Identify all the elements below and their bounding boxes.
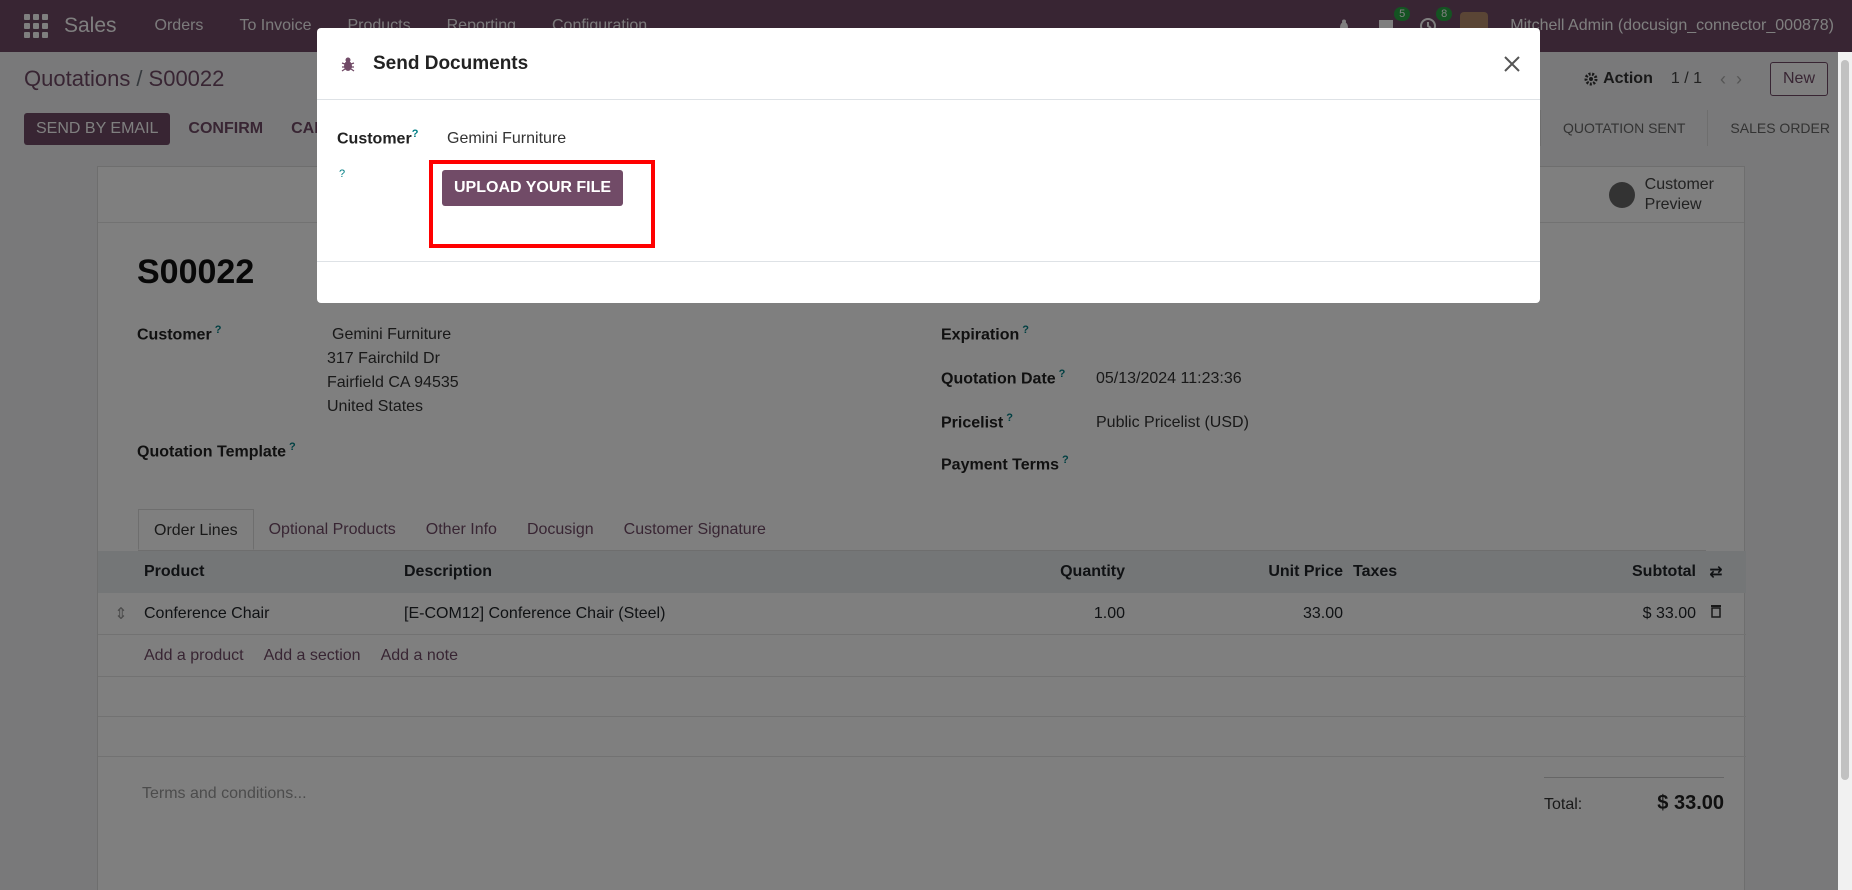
close-icon[interactable] bbox=[1498, 50, 1526, 78]
scrollbar-thumb[interactable] bbox=[1841, 60, 1849, 780]
dialog-help-mark[interactable]: ? bbox=[339, 168, 345, 180]
highlight-box bbox=[429, 160, 655, 248]
page-scrollbar[interactable] bbox=[1838, 52, 1852, 890]
dialog-customer-label: Customer? bbox=[337, 128, 419, 148]
dialog-title: Send Documents bbox=[373, 52, 529, 74]
dialog-customer-value[interactable]: Gemini Furniture bbox=[447, 130, 566, 148]
bug-icon bbox=[341, 57, 355, 72]
dialog-header: Send Documents bbox=[317, 28, 1540, 100]
